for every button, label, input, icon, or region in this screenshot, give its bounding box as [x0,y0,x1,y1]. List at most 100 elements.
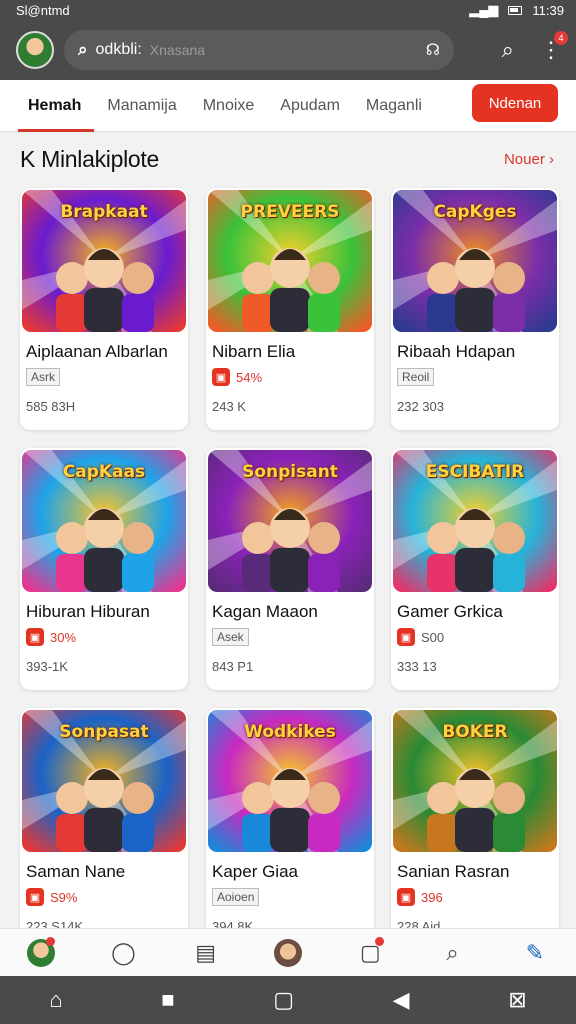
game-card[interactable]: Wodkikes Kaper Giaa Aoioen 394 8K [206,708,374,950]
game-card[interactable]: CapKaas Hiburan Hiburan ▣ 30% 393-1K [20,448,188,690]
game-meta: 333 13 [397,659,437,674]
notification-dot [46,936,56,946]
nav-library-icon[interactable]: ▤ [186,933,226,973]
section-more-link[interactable]: Nouer › [504,151,554,168]
discount-icon: ▣ [26,888,44,906]
game-card[interactable]: PREVEERS Nibarn Elia ▣ 54% 243 K [206,188,374,430]
overview-icon[interactable]: ▢ [273,987,294,1013]
notification-badge: 4 [554,31,568,45]
tag-chip: Reoil [397,368,435,386]
thumbnail-banner: Sonpisant [242,462,338,482]
search-button-icon[interactable]: ⌕ [502,37,514,63]
friend-avatar [273,938,302,967]
thumbnail-banner: Brapkaat [60,202,148,222]
signal-icon: ▂▄▆ [469,2,499,17]
discount-icon: ▣ [26,628,44,646]
tab-3[interactable]: Apudam [267,84,353,128]
game-tag: Asrk [26,367,60,387]
game-card[interactable]: Brapkaat Aiplaanan Albarlan Asrk 585 83H [20,188,188,430]
tab-4[interactable]: Maganli [353,84,435,128]
game-title: Sanian Rasran [397,862,510,881]
status-left-text: Sl@ntmd [16,2,70,18]
game-card[interactable]: BOKER Sanian Rasran ▣ 396 228 Aid [391,708,559,950]
game-tag: Aoioen [212,887,260,907]
top-actions: ⌕ ⋮ 4 [502,31,568,63]
nav-profile[interactable] [21,933,61,973]
menu-icon[interactable]: ⋮ 4 [540,31,568,63]
game-title: Ribaah Hdapan [397,342,516,361]
voice-icon[interactable]: ☊ [426,40,440,60]
search-placeholder: Xnasana [149,42,206,58]
search-icon: ⌕ [78,40,88,59]
game-title: Saman Nane [26,862,126,881]
game-meta: 393-1K [26,659,68,674]
top-app-bar: ⌕ odkbli: Xnasana ☊ ⌕ ⋮ 4 [0,20,576,80]
thumbnail-banner: Wodkikes [244,722,336,742]
profile-avatar[interactable] [16,31,54,69]
tag-value: 54% [236,369,263,385]
game-thumbnail: Wodkikes [208,710,372,852]
tab-1[interactable]: Manamija [94,84,189,128]
tab-cta-button[interactable]: Ndenan [472,84,558,122]
back-icon[interactable]: ◀ [393,987,410,1013]
tag-chip: Asek [212,628,249,646]
tag-chip: Asrk [26,368,60,386]
nav-chat-icon[interactable]: ◯ [103,933,143,973]
game-meta: 585 83H [26,399,76,414]
stop-icon[interactable]: ■ [161,987,174,1013]
inbox-dot [375,936,385,946]
game-thumbnail: CapKaas [22,450,186,592]
discount-icon: ▣ [397,628,415,646]
game-thumbnail: Sonpasat [22,710,186,852]
thumbnail-banner: CapKaas [62,462,146,482]
nav-edit-icon[interactable]: ✎ [515,933,555,973]
discount-icon: ▣ [397,888,415,906]
game-tag: ▣ S9% [26,887,77,907]
home-icon[interactable]: ⌂ [49,987,62,1013]
game-thumbnail: BOKER [393,710,557,852]
nav-search-icon[interactable]: ⌕ [433,933,473,973]
system-nav-bar: ⌂ ■ ▢ ◀ ⊠ [0,976,576,1024]
battery-icon [508,5,523,15]
game-title: Nibarn Elia [212,342,296,361]
search-field[interactable]: ⌕ odkbli: Xnasana ☊ [64,30,454,70]
status-time: 11:39 [532,2,564,18]
game-tag: Asek [212,627,249,647]
tag-value: S9% [50,889,78,905]
nav-inbox-icon[interactable]: ▢ [350,933,390,973]
game-tag: ▣ 30% [26,627,76,647]
section-more-label: Nouer [503,151,545,168]
category-tabs: Hemah Manamija Mnoixe Apudam Maganli [0,84,460,132]
game-title: Gamer Grkica [397,602,503,621]
thumbnail-banner: ESCIBATIR [425,462,525,482]
discount-icon: ▣ [212,368,230,386]
game-tag: ▣ 396 [397,887,443,907]
game-card[interactable]: CapKges Ribaah Hdapan Reoil 232 303 [391,188,559,430]
game-card[interactable]: Sonpasat Saman Nane ▣ S9% 223 S14K [20,708,188,950]
game-card[interactable]: Sonpisant Kagan Maaon Asek 843 P1 [206,448,374,690]
game-thumbnail: ESCIBATIR [393,450,557,592]
status-bar: Sl@ntmd ▂▄▆ 11:39 [0,0,576,20]
tag-value: 396 [421,889,443,905]
game-tag: Reoil [397,367,435,387]
thumbnail-banner: Sonpasat [59,722,149,742]
tag-value: 30% [50,629,77,645]
game-tag: ▣ 54% [212,367,262,387]
game-card[interactable]: ESCIBATIR Gamer Grkica ▣ S00 333 13 [391,448,559,690]
game-thumbnail: Brapkaat [22,190,186,332]
tab-0[interactable]: Hemah [0,84,95,132]
thumbnail-banner: PREVEERS [240,202,340,222]
tag-value: S00 [421,629,445,645]
game-title: Kaper Giaa [212,862,298,881]
game-title: Hiburan Hiburan [26,602,150,621]
section-title: K Minlakiplote [20,146,159,172]
nav-friend[interactable] [268,933,308,973]
game-meta: 232 303 [397,399,444,414]
game-thumbnail: CapKges [393,190,557,332]
thumbnail-banner: CapKges [433,202,517,222]
game-title: Kagan Maaon [212,602,318,621]
game-thumbnail: PREVEERS [208,190,372,332]
tab-2[interactable]: Mnoixe [190,84,268,128]
game-meta: 843 P1 [212,659,254,674]
screenshot-icon[interactable]: ⊠ [508,987,526,1013]
